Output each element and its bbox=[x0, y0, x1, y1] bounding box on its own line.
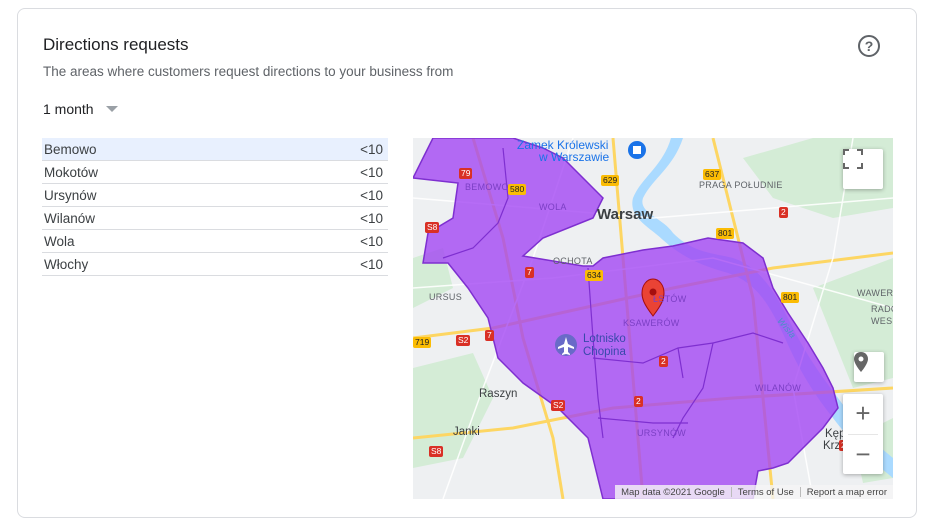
map-label-ksawerow: KSAWERÓW bbox=[623, 318, 680, 328]
road-shield: S2 bbox=[551, 400, 566, 411]
area-name: Włochy bbox=[44, 256, 89, 272]
table-row[interactable]: Ursynów <10 bbox=[42, 184, 388, 207]
area-name: Wilanów bbox=[44, 210, 96, 226]
map-label-wilanow: WILANÓW bbox=[755, 383, 802, 393]
pegman-icon bbox=[854, 352, 868, 372]
map-label-mokotow: ŁSTÓW bbox=[653, 294, 687, 304]
road-shield: 7 bbox=[525, 267, 534, 278]
road-shield: S8 bbox=[429, 446, 444, 457]
road-shield: 2 bbox=[634, 396, 643, 407]
road-shield: S2 bbox=[456, 335, 471, 346]
terms-link[interactable]: Terms of Use bbox=[732, 487, 800, 498]
road-shield: 2 bbox=[779, 207, 788, 218]
road-shield: 801 bbox=[781, 292, 800, 303]
map-label-raszyn: Raszyn bbox=[479, 388, 518, 400]
area-name: Wola bbox=[44, 233, 75, 249]
card-title: Directions requests bbox=[43, 35, 189, 54]
area-count: <10 bbox=[360, 256, 383, 272]
table-row[interactable]: Wilanów <10 bbox=[42, 207, 388, 230]
report-error-link[interactable]: Report a map error bbox=[801, 487, 893, 498]
area-name: Ursynów bbox=[44, 187, 97, 203]
map-label-chopina: Chopina bbox=[583, 346, 626, 358]
road-shield: 2 bbox=[659, 356, 668, 367]
map-label-lotnisko: Lotnisko bbox=[583, 333, 626, 345]
area-count: <10 bbox=[360, 187, 383, 203]
map-label-ochota: OCHOTA bbox=[553, 256, 593, 266]
map-data-credit: Map data ©2021 Google bbox=[621, 486, 725, 498]
period-value: 1 month bbox=[43, 101, 94, 117]
road-shield: 79 bbox=[459, 168, 473, 179]
fullscreen-button[interactable] bbox=[843, 149, 883, 189]
zoom-out-button[interactable]: − bbox=[843, 434, 883, 474]
area-count: <10 bbox=[360, 233, 383, 249]
road-shield: 637 bbox=[703, 169, 722, 180]
map-label-ursynow: URSYNÓW bbox=[637, 428, 687, 438]
map-label-warsaw: Warsaw bbox=[597, 206, 654, 223]
directions-map[interactable]: Zamek Królewski w Warszawie Warsaw PRAGA… bbox=[413, 138, 893, 499]
period-dropdown[interactable]: 1 month bbox=[43, 101, 118, 117]
map-label-wes: WES bbox=[871, 316, 893, 326]
map-label-wawer: WAWER bbox=[857, 288, 893, 298]
zoom-in-button[interactable]: + bbox=[843, 394, 883, 434]
map-label-ursus: URSUS bbox=[429, 292, 463, 302]
map-label-praga: PRAGA POŁUDNIE bbox=[699, 180, 783, 190]
map-label-wola: WOLA bbox=[539, 202, 567, 212]
road-shield: 634 bbox=[585, 270, 604, 281]
map-label-rado: RADO bbox=[871, 304, 893, 314]
area-count: <10 bbox=[360, 141, 383, 157]
road-shield: 801 bbox=[716, 228, 735, 239]
area-count: <10 bbox=[360, 210, 383, 226]
fullscreen-icon bbox=[843, 149, 863, 169]
area-name: Mokotów bbox=[44, 164, 99, 180]
help-circle-icon[interactable]: ? bbox=[858, 35, 880, 57]
area-count: <10 bbox=[360, 164, 383, 180]
zoom-control: + − bbox=[843, 394, 883, 474]
road-shield: 7 bbox=[485, 330, 494, 341]
map-label-bemowo: BEMOWO bbox=[465, 182, 509, 192]
table-row[interactable]: Bemowo <10 bbox=[42, 138, 388, 161]
road-shield: 629 bbox=[601, 175, 620, 186]
table-row[interactable]: Włochy <10 bbox=[42, 253, 388, 276]
road-shield: 719 bbox=[413, 337, 432, 348]
card-subtitle: The areas where customers request direct… bbox=[43, 64, 454, 79]
directions-requests-card: Directions requests The areas where cust… bbox=[17, 8, 917, 518]
chevron-down-icon bbox=[105, 106, 118, 112]
pegman-button[interactable] bbox=[854, 352, 884, 382]
map-attribution: Map data ©2021 Google Terms of Use Repor… bbox=[615, 485, 893, 499]
area-name: Bemowo bbox=[44, 141, 97, 157]
road-shield: S8 bbox=[425, 222, 440, 233]
table-row[interactable]: Mokotów <10 bbox=[42, 161, 388, 184]
area-table: Bemowo <10 Mokotów <10 Ursynów <10 Wilan… bbox=[42, 138, 388, 276]
map-label-janki: Janki bbox=[453, 426, 480, 438]
map-label-zamek2: w Warszawie bbox=[539, 150, 610, 164]
road-shield: 580 bbox=[508, 184, 527, 195]
table-row[interactable]: Wola <10 bbox=[42, 230, 388, 253]
